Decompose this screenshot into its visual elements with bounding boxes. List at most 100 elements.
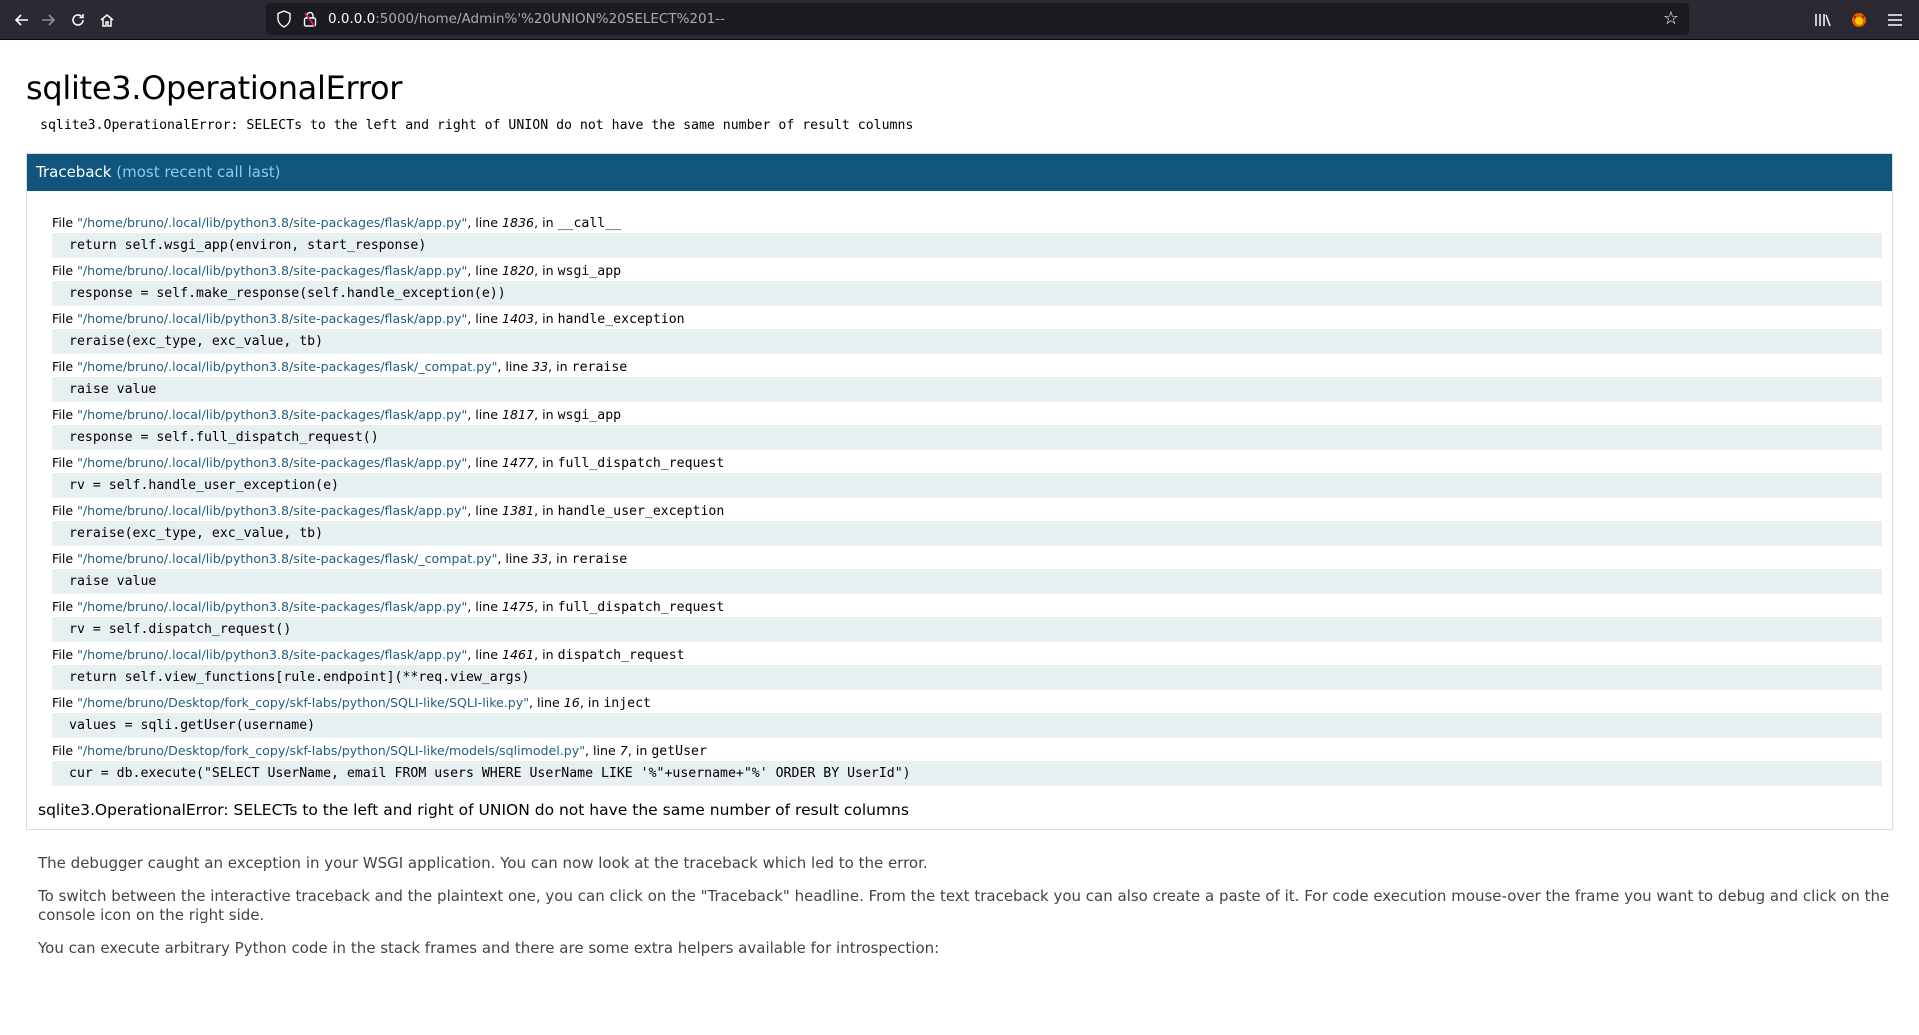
frame-info: File "/home/bruno/.local/lib/python3.8/s… (52, 645, 1882, 665)
line-prefix: , line (467, 407, 503, 422)
frame-line-number: 7 (619, 743, 628, 758)
in-prefix: , in (534, 263, 558, 278)
traceback-frame[interactable]: File "/home/bruno/.local/lib/python3.8/s… (52, 309, 1882, 354)
frame-function: reraise (571, 360, 628, 375)
back-arrow-icon (14, 14, 28, 26)
explanation-paragraph: You can execute arbitrary Python code in… (38, 939, 940, 957)
url-host: 0.0.0.0 (328, 11, 376, 27)
shield-icon[interactable] (276, 10, 292, 28)
frame-source-line[interactable]: raise value (52, 569, 1882, 594)
frame-source-line[interactable]: raise value (52, 377, 1882, 402)
frame-filename: "/home/bruno/.local/lib/python3.8/site-p… (77, 455, 468, 470)
fox-icon (1852, 13, 1866, 27)
frame-source-line[interactable]: return self.wsgi_app(environ, start_resp… (52, 233, 1882, 258)
frame-function: handle_user_exception (557, 504, 725, 519)
frame-line-number: 1820 (502, 263, 535, 278)
explanation-paragraph: The debugger caught an exception in your… (38, 854, 928, 872)
file-prefix: File (52, 743, 78, 758)
line-prefix: , line (467, 647, 503, 662)
in-prefix: , in (534, 599, 558, 614)
file-prefix: File (52, 599, 78, 614)
forward-button[interactable] (34, 6, 62, 34)
frame-filename: "/home/bruno/Desktop/fork_copy/skf-labs/… (77, 695, 530, 710)
traceback-frame[interactable]: File "/home/bruno/.local/lib/python3.8/s… (52, 645, 1882, 690)
library-button[interactable] (1809, 6, 1837, 34)
frame-filename: "/home/bruno/.local/lib/python3.8/site-p… (77, 599, 468, 614)
frame-function: full_dispatch_request (557, 456, 725, 471)
traceback-frame[interactable]: File "/home/bruno/.local/lib/python3.8/s… (52, 597, 1882, 642)
extension-button[interactable] (1845, 6, 1873, 34)
url-text[interactable]: 0.0.0.0:5000/home/Admin%'%20UNION%20SELE… (328, 11, 725, 27)
traceback-frame[interactable]: File "/home/bruno/Desktop/fork_copy/skf-… (52, 693, 1882, 738)
home-icon (100, 14, 114, 27)
page-title: sqlite3.OperationalError (26, 69, 403, 107)
frame-filename: "/home/bruno/.local/lib/python3.8/site-p… (77, 407, 468, 422)
frame-source-line[interactable]: values = sqli.getUser(username) (52, 713, 1882, 738)
url-path: :5000/home/Admin%'%20UNION%20SELECT%201-… (375, 11, 725, 27)
frame-function: __call__ (557, 216, 622, 231)
in-prefix: , in (534, 455, 558, 470)
debugger-page: sqlite3.OperationalError sqlite3.Operati… (0, 40, 1919, 958)
frame-function: handle_exception (557, 312, 685, 327)
reload-button[interactable] (64, 6, 92, 34)
file-prefix: File (52, 263, 78, 278)
frame-source-line[interactable]: return self.view_functions[rule.endpoint… (52, 665, 1882, 690)
frame-source-line[interactable]: response = self.make_response(self.handl… (52, 281, 1882, 306)
frame-filename: "/home/bruno/.local/lib/python3.8/site-p… (77, 359, 498, 374)
frame-line-number: 1475 (502, 599, 535, 614)
traceback-header[interactable]: Traceback (most recent call last) (27, 154, 1892, 191)
traceback-frame[interactable]: File "/home/bruno/Desktop/fork_copy/skf-… (52, 741, 1882, 786)
traceback-frame[interactable]: File "/home/bruno/.local/lib/python3.8/s… (52, 357, 1882, 402)
line-prefix: , line (467, 503, 503, 518)
frame-source-line[interactable]: reraise(exc_type, exc_value, tb) (52, 521, 1882, 546)
frame-line-number: 33 (532, 551, 549, 566)
home-button[interactable] (93, 6, 121, 34)
traceback-frame[interactable]: File "/home/bruno/.local/lib/python3.8/s… (52, 213, 1882, 258)
in-prefix: , in (548, 551, 572, 566)
frame-source-line[interactable]: rv = self.dispatch_request() (52, 617, 1882, 642)
address-bar[interactable]: 0.0.0.0:5000/home/Admin%'%20UNION%20SELE… (266, 3, 1689, 35)
frame-line-number: 16 (563, 695, 580, 710)
frame-source-line[interactable]: rv = self.handle_user_exception(e) (52, 473, 1882, 498)
line-prefix: , line (467, 599, 503, 614)
bookmark-star-icon[interactable]: ☆ (1663, 8, 1679, 29)
traceback-frame[interactable]: File "/home/bruno/.local/lib/python3.8/s… (52, 549, 1882, 594)
file-prefix: File (52, 407, 78, 422)
frame-info: File "/home/bruno/.local/lib/python3.8/s… (52, 453, 1882, 473)
frame-function: reraise (571, 552, 628, 567)
file-prefix: File (52, 695, 78, 710)
frame-line-number: 1477 (502, 455, 535, 470)
frame-source-line[interactable]: cur = db.execute("SELECT UserName, email… (52, 761, 1882, 786)
menu-button[interactable] (1881, 6, 1909, 34)
reload-icon (72, 14, 84, 26)
hamburger-menu-icon (1888, 14, 1902, 26)
traceback-frame[interactable]: File "/home/bruno/.local/lib/python3.8/s… (52, 261, 1882, 306)
in-prefix: , in (534, 215, 558, 230)
browser-toolbar: 0.0.0.0:5000/home/Admin%'%20UNION%20SELE… (0, 0, 1919, 40)
frame-filename: "/home/bruno/.local/lib/python3.8/site-p… (77, 215, 468, 230)
frame-source-line[interactable]: reraise(exc_type, exc_value, tb) (52, 329, 1882, 354)
frame-function: dispatch_request (557, 648, 685, 663)
traceback-frame[interactable]: File "/home/bruno/.local/lib/python3.8/s… (52, 405, 1882, 450)
line-prefix: , line (529, 695, 564, 710)
line-prefix: , line (497, 551, 533, 566)
frame-filename: "/home/bruno/Desktop/fork_copy/skf-labs/… (77, 743, 586, 758)
frame-source-line[interactable]: response = self.full_dispatch_request() (52, 425, 1882, 450)
frame-info: File "/home/bruno/.local/lib/python3.8/s… (52, 261, 1882, 281)
frame-info: File "/home/bruno/.local/lib/python3.8/s… (52, 213, 1882, 233)
explanation-paragraph: To switch between the interactive traceb… (38, 887, 1890, 924)
line-prefix: , line (497, 359, 533, 374)
back-button[interactable] (8, 6, 36, 34)
frame-filename: "/home/bruno/.local/lib/python3.8/site-p… (77, 551, 498, 566)
file-prefix: File (52, 215, 78, 230)
file-prefix: File (52, 359, 78, 374)
in-prefix: , in (534, 503, 558, 518)
traceback-frame[interactable]: File "/home/bruno/.local/lib/python3.8/s… (52, 453, 1882, 498)
file-prefix: File (52, 503, 78, 518)
traceback-frame[interactable]: File "/home/bruno/.local/lib/python3.8/s… (52, 501, 1882, 546)
traceback-header-sub: (most recent call last) (116, 163, 281, 181)
line-prefix: , line (467, 263, 503, 278)
traceback-final-error: sqlite3.OperationalError: SELECTs to the… (38, 801, 909, 819)
line-prefix: , line (467, 311, 503, 326)
lock-icon[interactable] (302, 10, 318, 28)
